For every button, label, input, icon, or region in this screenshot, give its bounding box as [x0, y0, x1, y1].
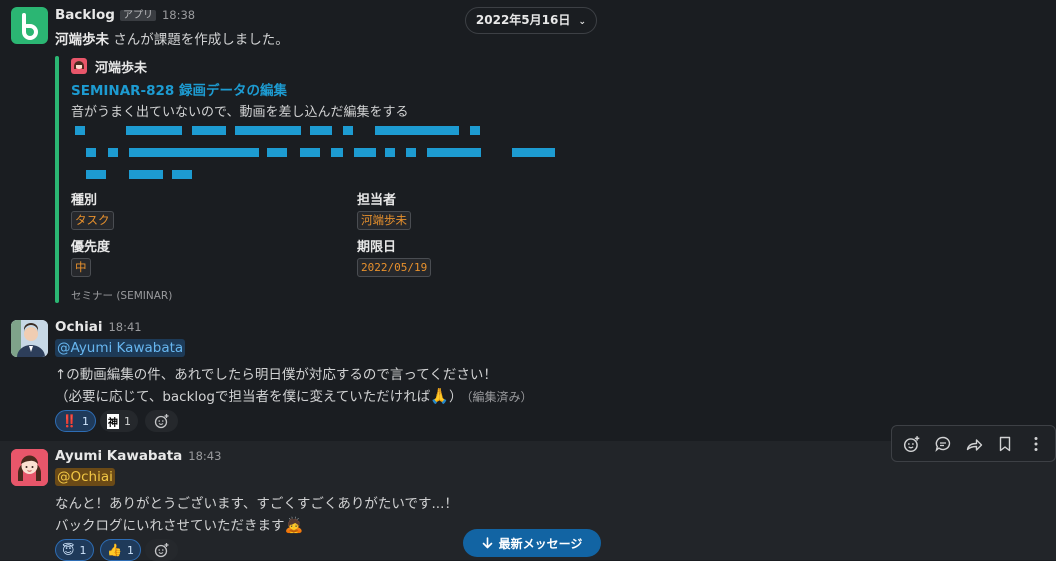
timestamp[interactable]: 18:38 — [162, 8, 195, 22]
more-vertical-icon — [1034, 436, 1037, 451]
field-label: 優先度 — [71, 240, 111, 255]
thumbs-up-emoji-icon: 👍 — [107, 543, 122, 557]
add-reaction-icon — [903, 435, 919, 452]
reply-in-thread-button[interactable] — [929, 430, 957, 458]
bookmark-icon — [999, 436, 1010, 451]
thread-reply-icon — [934, 436, 950, 452]
message-text: バックログにいれさせていただきます — [55, 518, 285, 534]
user-avatar[interactable] — [11, 320, 48, 357]
kami-emoji-icon: 神 — [107, 413, 119, 429]
jump-to-new-messages-button[interactable]: 最新メッセージ — [463, 529, 601, 557]
message-text: ↑の動画編集の件、あれでしたら明日僕が対応するので言ってください！ — [55, 367, 497, 383]
message-header: Ochiai 18:41 — [55, 319, 142, 335]
field-value-tag: 中 — [71, 258, 91, 277]
add-reaction-icon — [154, 414, 168, 429]
message-mention-line: @Ochiai — [55, 468, 115, 486]
date-label: 2022年5月16日 — [475, 13, 571, 27]
author-name[interactable]: Ochiai — [55, 319, 102, 335]
message-text: さんが課題を作成しました。 — [109, 32, 289, 48]
pray-emoji-icon: 🙏 — [430, 387, 449, 405]
backlog-app-avatar[interactable] — [11, 7, 48, 44]
bowing-emoji-icon: 🙇 — [284, 516, 304, 534]
field-assignee: 担当者 河端歩未 — [357, 189, 411, 230]
reaction-count: 1 — [81, 414, 89, 428]
issue-description: 音がうまく出ていないので、動画を差し込んだ編集をする — [71, 105, 409, 120]
message-text-line2: （必要に応じて、backlogで担当者を僕に変えていただければ🙏） （編集済み） — [55, 385, 533, 405]
message-mention-line: @Ayumi Kawabata — [55, 339, 186, 357]
user-mention[interactable]: @Ayumi Kawabata — [55, 339, 186, 357]
author-name[interactable]: Backlog — [55, 7, 115, 23]
attachment-author: 河端歩未 — [95, 61, 148, 76]
field-value-tag: 河端歩未 — [357, 211, 411, 230]
add-reaction-button[interactable] — [145, 539, 178, 561]
field-value-tag: 2022/05/19 — [357, 258, 432, 277]
attachment-footer: セミナー (SEMINAR) — [71, 290, 173, 302]
backlog-logo-icon — [22, 13, 38, 40]
message-text-line2: バックログにいれさせていただきます🙇 — [55, 514, 303, 534]
field-value-tag: タスク — [71, 211, 114, 230]
timestamp[interactable]: 18:43 — [188, 449, 221, 463]
chevron-down-icon: ⌄ — [578, 17, 587, 27]
attachment-accent-bar — [55, 56, 59, 303]
message-header: Ayumi Kawabata 18:43 — [55, 448, 221, 464]
reaction-pill[interactable]: 👍 1 — [100, 539, 141, 561]
halo-face-emoji-icon: 😇 — [62, 543, 75, 557]
message-header: Backlog アプリ 18:38 — [55, 6, 195, 23]
reaction-pill[interactable]: ‼️ 1 — [55, 410, 96, 432]
more-actions-button[interactable] — [1022, 430, 1050, 458]
field-label: 種別 — [71, 193, 98, 208]
share-message-button[interactable] — [960, 430, 988, 458]
message-actions-toolbar — [891, 425, 1056, 462]
add-reaction-button[interactable] — [145, 410, 178, 432]
edited-label: （編集済み） — [466, 390, 533, 404]
reaction-count: 1 — [126, 543, 134, 557]
timestamp[interactable]: 18:41 — [108, 320, 141, 334]
date-divider-button[interactable]: 2022年5月16日 ⌄ — [465, 7, 597, 34]
reaction-pill[interactable]: 神 1 — [100, 410, 138, 432]
new-messages-label: 最新メッセージ — [498, 536, 583, 551]
reaction-pill[interactable]: 😇 1 — [55, 539, 94, 561]
save-message-button[interactable] — [991, 430, 1019, 458]
double-exclamation-emoji-icon: ‼️ — [62, 414, 77, 428]
field-due-date: 期限日 2022/05/19 — [357, 236, 432, 277]
reaction-count: 1 — [124, 414, 131, 428]
add-reaction-button[interactable] — [898, 430, 926, 458]
field-label: 期限日 — [357, 240, 397, 255]
author-name[interactable]: Ayumi Kawabata — [55, 448, 182, 464]
message-text: ） — [449, 389, 463, 405]
field-label: 担当者 — [357, 193, 397, 208]
message-text: なんと！ありがとうございます、すごくすごくありがたいです...！ — [55, 496, 458, 512]
field-priority: 優先度 中 — [71, 236, 110, 277]
share-arrow-icon — [966, 438, 982, 451]
user-avatar[interactable] — [11, 449, 48, 486]
add-reaction-icon — [154, 543, 168, 558]
message-body: 河端歩未 さんが課題を作成しました。 — [55, 28, 289, 48]
reaction-count: 1 — [79, 543, 87, 557]
field-type: 種別 タスク — [71, 189, 114, 230]
mentioned-user: 河端歩未 — [55, 32, 109, 48]
app-badge: アプリ — [119, 10, 156, 21]
user-mention[interactable]: @Ochiai — [55, 468, 115, 486]
user-avatar-small — [71, 58, 87, 74]
issue-title-link[interactable]: SEMINAR-828 録画データの編集 — [71, 79, 287, 99]
message-text: （必要に応じて、backlogで担当者を僕に変えていただければ — [55, 389, 431, 405]
arrow-down-icon — [482, 537, 492, 549]
